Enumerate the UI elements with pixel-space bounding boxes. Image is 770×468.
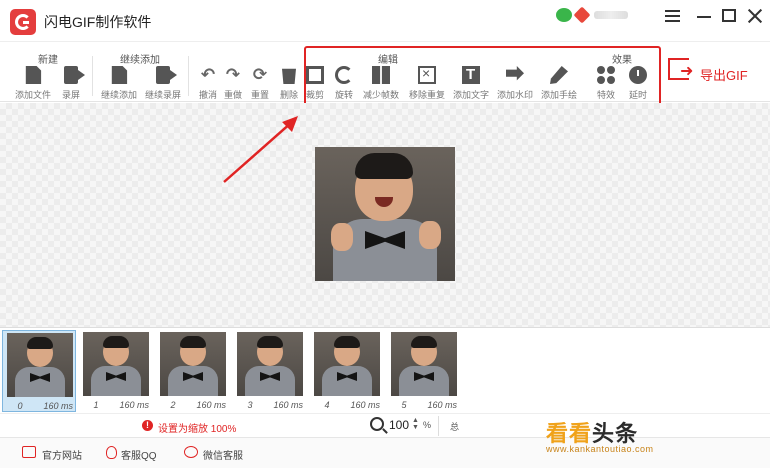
close-icon[interactable] — [744, 6, 766, 26]
frame-image — [160, 332, 226, 396]
frame-thumbnail[interactable]: 0 160 ms — [2, 330, 76, 412]
video-camera-icon — [64, 66, 85, 84]
divider — [92, 56, 93, 96]
group-label-continue: 继续添加 — [120, 55, 160, 66]
total-label: 总 — [450, 422, 460, 432]
group-label-new: 新建 — [38, 55, 58, 66]
frame-image — [391, 332, 457, 396]
frame-index: 4 — [324, 400, 330, 410]
wechat-icon — [184, 446, 198, 458]
export-arrow-icon[interactable]: ➜ — [680, 61, 693, 81]
frame-thumbnail[interactable]: 5 160 ms — [387, 330, 461, 412]
file-add-icon — [111, 66, 128, 84]
group-label-effects: 效果 — [612, 55, 632, 66]
app-title: 闪电GIF制作软件 — [44, 14, 152, 30]
continue-add-button[interactable]: 继续添加 — [96, 66, 142, 101]
frame-image — [7, 333, 73, 397]
rotate-icon — [335, 66, 353, 84]
delay-button[interactable]: 延时 — [615, 66, 661, 101]
clock-icon — [629, 66, 647, 84]
remove-duplicate-icon — [418, 65, 436, 84]
maximize-icon[interactable] — [718, 6, 740, 26]
zoom-input[interactable]: 100 — [389, 418, 409, 432]
film-strip-icon — [372, 66, 390, 84]
wechat-login-icon[interactable] — [556, 8, 572, 22]
frame-duration: 160 ms — [350, 400, 380, 410]
zoom-stepper[interactable]: ▲ ▼ — [412, 417, 420, 433]
minimize-icon[interactable] — [694, 6, 716, 26]
monitor-icon — [22, 446, 36, 458]
frame-thumbnail[interactable]: 4 160 ms — [310, 330, 384, 412]
menu-icon[interactable] — [662, 6, 684, 26]
frame-thumbnail[interactable]: 1 160 ms — [79, 330, 153, 412]
frame-duration: 160 ms — [427, 400, 457, 410]
frame-duration: 160 ms — [43, 401, 73, 411]
frame-image — [237, 332, 303, 396]
frame-duration: 160 ms — [273, 400, 303, 410]
wechat-support-link[interactable]: 微信客服 — [203, 447, 243, 462]
frame-index: 2 — [170, 400, 176, 410]
zoom-icon[interactable] — [370, 417, 384, 431]
frame-index: 5 — [401, 400, 407, 410]
frame-image — [83, 332, 149, 396]
group-label-edit: 编辑 — [378, 55, 398, 66]
frame-index: 0 — [17, 401, 23, 411]
title-bar: 闪电GIF制作软件 — [0, 0, 770, 42]
vip-diamond-icon[interactable] — [573, 6, 591, 24]
remove-duplicates-button[interactable]: 移除重复 — [404, 65, 450, 101]
watermark-url: www.kankantoutiao.com — [546, 444, 654, 454]
divider — [438, 416, 439, 436]
continue-record-button[interactable]: 继续录屏 — [140, 66, 186, 101]
frame-thumbnail[interactable]: 2 160 ms — [156, 330, 230, 412]
frame-image — [314, 332, 380, 396]
status-message: 设置为缩放 100% — [158, 424, 237, 435]
add-drawing-button[interactable]: 添加手绘 — [536, 66, 582, 101]
qq-penguin-icon — [106, 446, 117, 459]
gif-preview-image — [315, 147, 455, 281]
username-blurred — [594, 11, 628, 19]
frame-thumbnail[interactable]: 3 160 ms — [233, 330, 307, 412]
watermark-icon — [506, 66, 524, 81]
frame-strip: 0 160 ms 1 160 ms 2 160 ms 3 160 ms 4 16… — [0, 327, 770, 413]
qq-support-link[interactable]: 客服QQ — [121, 447, 157, 462]
frame-duration: 160 ms — [119, 400, 149, 410]
effects-icon — [597, 66, 615, 84]
site-watermark: 看看头条 www.kankantoutiao.com — [546, 414, 726, 466]
add-text-button[interactable]: 添加文字 — [448, 66, 494, 101]
record-button[interactable]: 录屏 — [48, 66, 94, 101]
frame-index: 1 — [93, 400, 99, 410]
add-watermark-button[interactable]: 添加水印 — [492, 66, 538, 101]
official-website-link[interactable]: 官方网站 — [42, 447, 82, 462]
export-gif-button[interactable]: 导出GIF — [700, 65, 748, 84]
pen-icon — [550, 66, 568, 84]
reduce-frames-button[interactable]: 减少帧数 — [358, 66, 404, 101]
file-icon — [25, 66, 42, 84]
app-logo-icon — [10, 9, 36, 35]
toolbar: 新建 添加文件 录屏 继续添加 继续添加 继续录屏 ↶ 撤消 ↷ 重做 ⟳ 重置… — [0, 42, 770, 106]
alert-icon: ! — [142, 420, 153, 431]
annotation-arrow — [223, 116, 298, 183]
preview-canvas — [0, 103, 770, 327]
video-camera-icon — [156, 66, 177, 84]
frame-duration: 160 ms — [196, 400, 226, 410]
zoom-unit: % — [423, 420, 432, 430]
frame-index: 3 — [247, 400, 253, 410]
text-icon — [462, 66, 480, 84]
